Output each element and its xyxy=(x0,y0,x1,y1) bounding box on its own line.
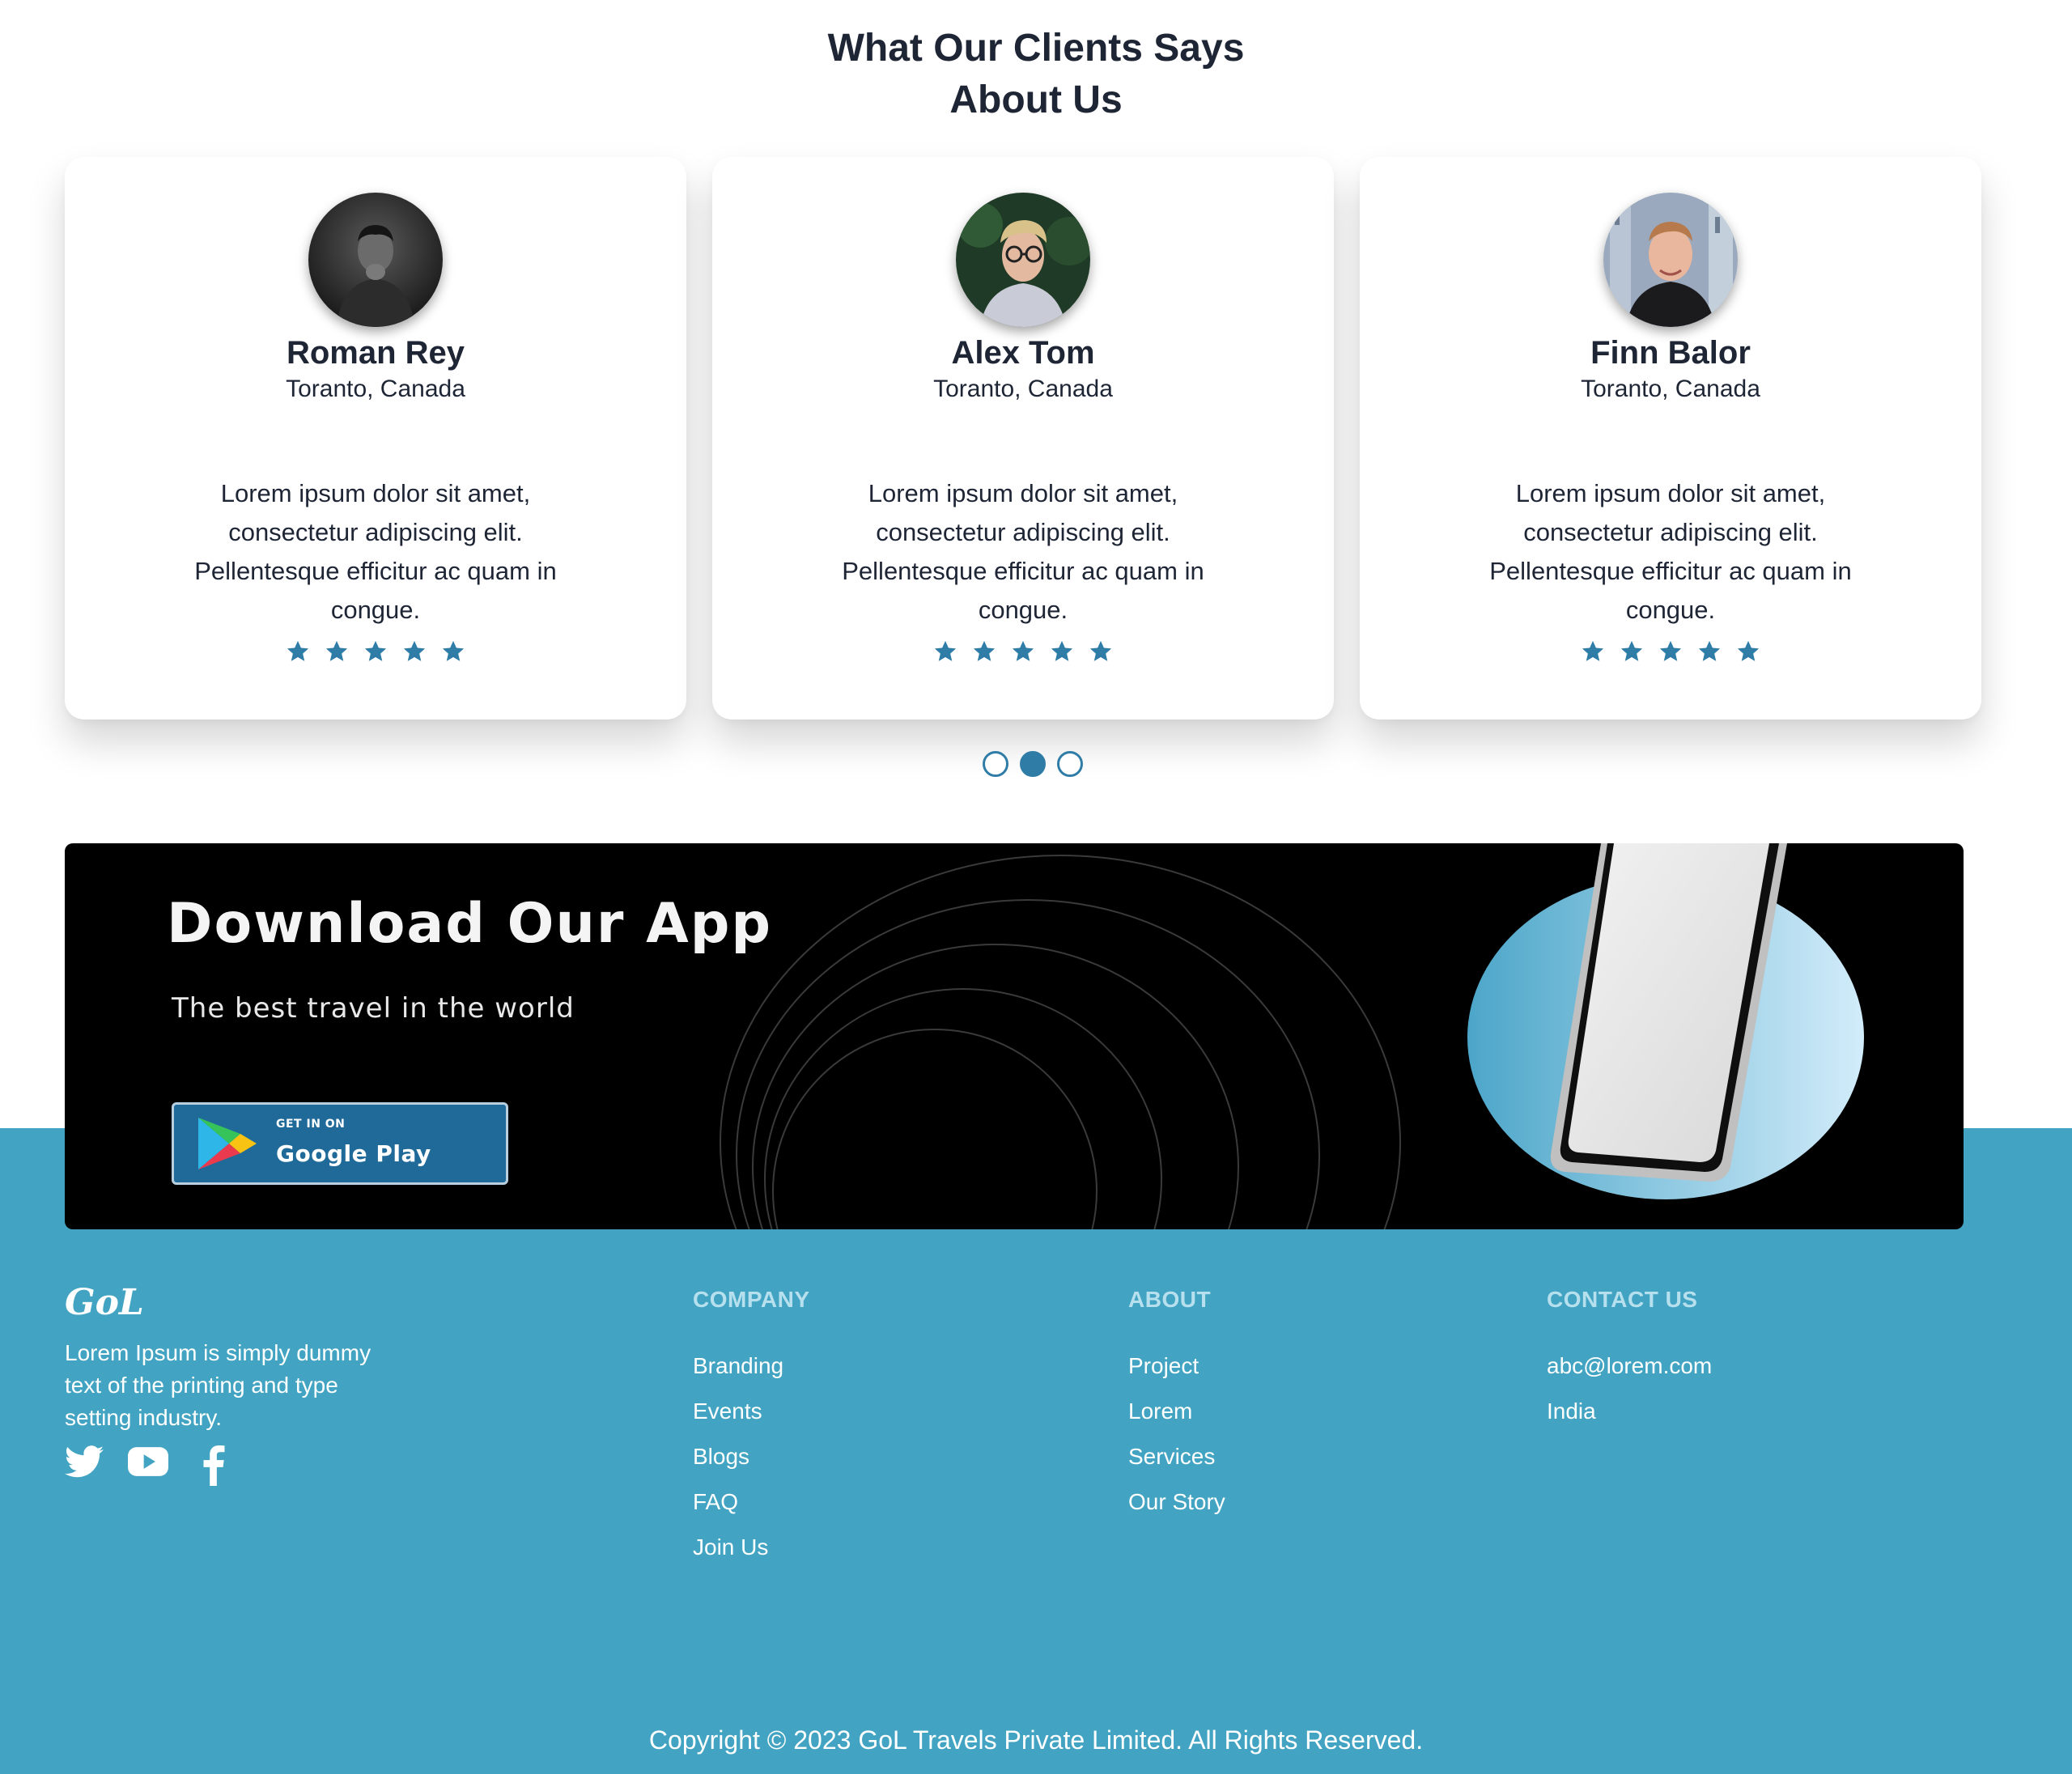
footer-link-branding[interactable]: Branding xyxy=(693,1343,783,1389)
footer-heading-company: COMPANY xyxy=(693,1287,810,1312)
star-icon xyxy=(1089,640,1112,661)
youtube-icon xyxy=(128,1447,168,1476)
footer-links-about: Project Lorem Services Our Story xyxy=(1128,1343,1225,1525)
copyright-text: Copyright © 2023 GoL Travels Private Lim… xyxy=(648,1725,1424,1755)
youtube-link[interactable] xyxy=(128,1445,168,1482)
star-icon xyxy=(364,640,387,661)
star-icon xyxy=(1659,640,1682,661)
footer-description: Lorem Ipsum is simply dummy text of the … xyxy=(65,1340,372,1430)
star-icon xyxy=(1051,640,1073,661)
star-icon xyxy=(325,640,348,661)
star-rating xyxy=(65,639,686,664)
twitter-link[interactable] xyxy=(65,1445,104,1483)
avatar xyxy=(1603,193,1738,327)
twitter-icon xyxy=(65,1445,104,1478)
testimonials-title-line1: What Our Clients Says xyxy=(827,27,1245,70)
star-icon xyxy=(403,640,426,661)
carousel-pagination xyxy=(983,751,1083,777)
testimonial-card: Alex Tom Toranto, Canada Lorem ipsum dol… xyxy=(712,157,1334,719)
phone-illustration xyxy=(1467,843,1864,1199)
star-icon xyxy=(1698,640,1721,661)
carousel-dot-2[interactable] xyxy=(1020,751,1046,777)
carousel-dot-3[interactable] xyxy=(1057,751,1083,777)
footer-link-our-story[interactable]: Our Story xyxy=(1128,1479,1225,1525)
testimonials-title-line2: About Us xyxy=(949,79,1123,121)
footer-link-project[interactable]: Project xyxy=(1128,1343,1225,1389)
testimonials-title: What Our Clients Says About Us xyxy=(0,23,2072,126)
client-name: Alex Tom xyxy=(951,335,1095,371)
testimonial-text: Lorem ipsum dolor sit amet, consectetur … xyxy=(194,479,557,624)
client-name: Finn Balor xyxy=(1590,335,1751,371)
footer-link-lorem[interactable]: Lorem xyxy=(1128,1389,1225,1434)
avatar xyxy=(308,193,443,327)
star-icon xyxy=(442,640,465,661)
footer-links-contact: abc@lorem.com India xyxy=(1547,1343,1712,1434)
facebook-icon xyxy=(203,1445,225,1486)
testimonial-card: Finn Balor Toranto, Canada Lorem ipsum d… xyxy=(1360,157,1981,719)
footer-link-services[interactable]: Services xyxy=(1128,1434,1225,1479)
svg-text:GoL: GoL xyxy=(65,1284,144,1321)
footer-link-faq[interactable]: FAQ xyxy=(693,1479,783,1525)
testimonial-text: Lorem ipsum dolor sit amet, consectetur … xyxy=(842,479,1204,624)
testimonial-text: Lorem ipsum dolor sit amet, consectetur … xyxy=(1489,479,1852,624)
star-icon xyxy=(1582,640,1604,661)
footer-contact-country: India xyxy=(1547,1398,1596,1424)
app-download-banner: Download Our App The best travel in the … xyxy=(65,843,1964,1229)
star-rating xyxy=(712,639,1334,664)
avatar xyxy=(956,193,1090,327)
star-icon xyxy=(1620,640,1643,661)
star-icon xyxy=(1737,640,1760,661)
client-location: Toranto, Canada xyxy=(1581,376,1760,402)
star-rating xyxy=(1360,639,1981,664)
footer-link-join-us[interactable]: Join Us xyxy=(693,1525,783,1570)
footer-link-blogs[interactable]: Blogs xyxy=(693,1434,783,1479)
star-icon xyxy=(934,640,957,661)
star-icon xyxy=(1012,640,1034,661)
facebook-link[interactable] xyxy=(202,1445,225,1490)
footer-heading-about: ABOUT xyxy=(1128,1287,1212,1312)
footer-heading-contact: CONTACT US xyxy=(1547,1287,1698,1312)
footer-links-company: Branding Events Blogs FAQ Join Us xyxy=(693,1343,783,1570)
footer-link-events[interactable]: Events xyxy=(693,1389,783,1434)
gol-logo: GoL xyxy=(65,1284,144,1321)
testimonial-card: Roman Rey Toranto, Canada Lorem ipsum do… xyxy=(65,157,686,719)
carousel-dot-1[interactable] xyxy=(983,751,1008,777)
client-location: Toranto, Canada xyxy=(933,376,1113,402)
star-icon xyxy=(287,640,309,661)
footer-contact-email[interactable]: abc@lorem.com xyxy=(1547,1343,1712,1389)
client-location: Toranto, Canada xyxy=(286,376,465,402)
star-icon xyxy=(973,640,996,661)
client-name: Roman Rey xyxy=(286,335,465,371)
